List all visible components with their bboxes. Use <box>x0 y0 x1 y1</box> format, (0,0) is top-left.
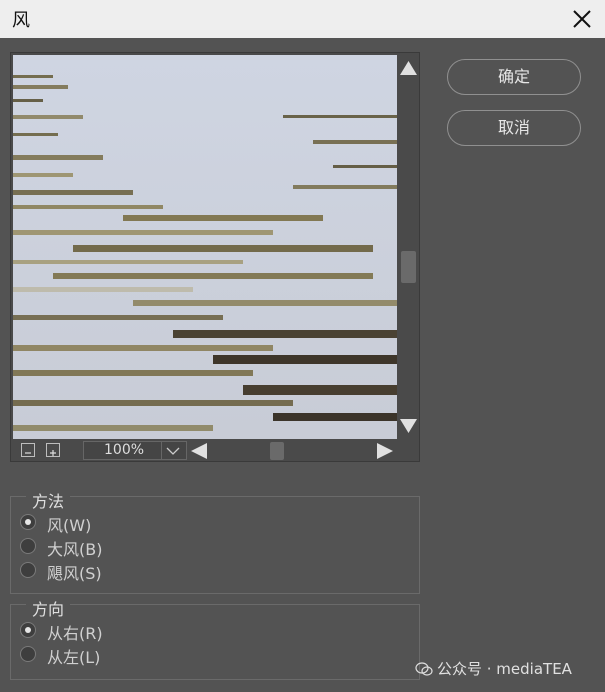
wechat-icon <box>415 662 433 676</box>
scroll-right-arrow-icon[interactable] <box>377 443 393 459</box>
title-bar: 风 <box>0 0 605 38</box>
radio-selected-icon <box>20 514 36 530</box>
scroll-left-arrow-icon[interactable] <box>191 443 207 459</box>
zoom-select[interactable]: 100% <box>83 441 187 460</box>
radio-icon <box>20 538 36 554</box>
vertical-scroll-thumb[interactable] <box>401 251 416 283</box>
zoom-in-icon[interactable] <box>46 443 60 457</box>
direction-legend: 方向 <box>26 596 71 620</box>
zoom-value: 100% <box>104 442 145 458</box>
chevron-down-icon <box>166 447 180 455</box>
radio-icon <box>20 562 36 578</box>
preview-image[interactable] <box>13 55 397 439</box>
scroll-down-arrow-icon[interactable] <box>400 419 417 433</box>
radio-icon <box>20 646 36 662</box>
preview-toolbar: 100% <box>13 440 419 461</box>
horizontal-scroll-thumb[interactable] <box>270 442 284 460</box>
preview-vertical-scrollbar[interactable] <box>398 55 419 439</box>
ok-button[interactable]: 确定 <box>447 59 581 95</box>
watermark: 公众号 · mediaTEA <box>415 658 572 679</box>
zoom-out-icon[interactable] <box>21 443 35 457</box>
scroll-up-arrow-icon[interactable] <box>400 61 417 75</box>
preview-panel: 100% <box>10 52 420 462</box>
cancel-button[interactable]: 取消 <box>447 110 581 146</box>
window-title: 风 <box>12 10 30 31</box>
method-legend: 方法 <box>26 488 71 512</box>
radio-selected-icon <box>20 622 36 638</box>
close-icon[interactable] <box>567 4 597 34</box>
